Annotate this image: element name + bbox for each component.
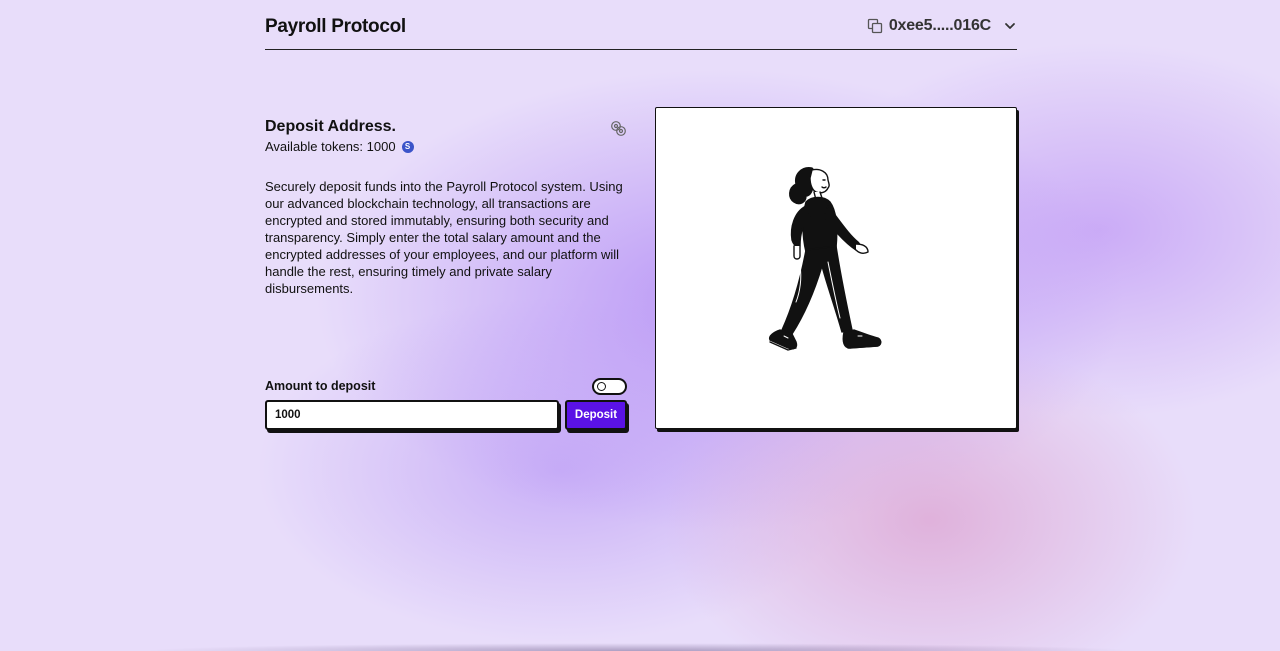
amount-input[interactable]	[265, 400, 559, 430]
deposit-description: Securely deposit funds into the Payroll …	[265, 179, 623, 296]
amount-header: Amount to deposit	[265, 378, 627, 395]
token-icon: S	[401, 140, 414, 153]
toggle-switch[interactable]	[592, 378, 627, 395]
main-container: Payroll Protocol 0xee5.....016C Deposit …	[265, 0, 1017, 430]
deposit-title: Deposit Address.	[265, 118, 396, 135]
link-icon[interactable]	[610, 120, 627, 137]
wallet-address: 0xee5.....016C	[888, 16, 991, 34]
app-title[interactable]: Payroll Protocol	[265, 16, 406, 38]
amount-label: Amount to deposit	[265, 379, 376, 393]
amount-input-row: Deposit	[265, 400, 627, 430]
copy-icon[interactable]	[867, 18, 883, 34]
top-header: Payroll Protocol 0xee5.....016C	[265, 0, 1017, 50]
bottom-edge-shadow	[140, 643, 1140, 651]
wallet-button[interactable]: 0xee5.....016C	[867, 17, 1017, 35]
background-gradient	[0, 0, 1280, 651]
available-tokens-label: Available tokens: 1000	[265, 139, 396, 154]
toggle-knob	[597, 382, 606, 391]
available-tokens: Available tokens: 1000 S	[265, 139, 627, 154]
walking-person-illustration	[768, 167, 882, 351]
deposit-button[interactable]: Deposit	[565, 400, 627, 430]
illustration-card	[655, 107, 1017, 429]
chevron-down-icon[interactable]	[1003, 19, 1017, 33]
deposit-panel: Deposit Address. Available tokens: 1000 …	[265, 118, 627, 430]
